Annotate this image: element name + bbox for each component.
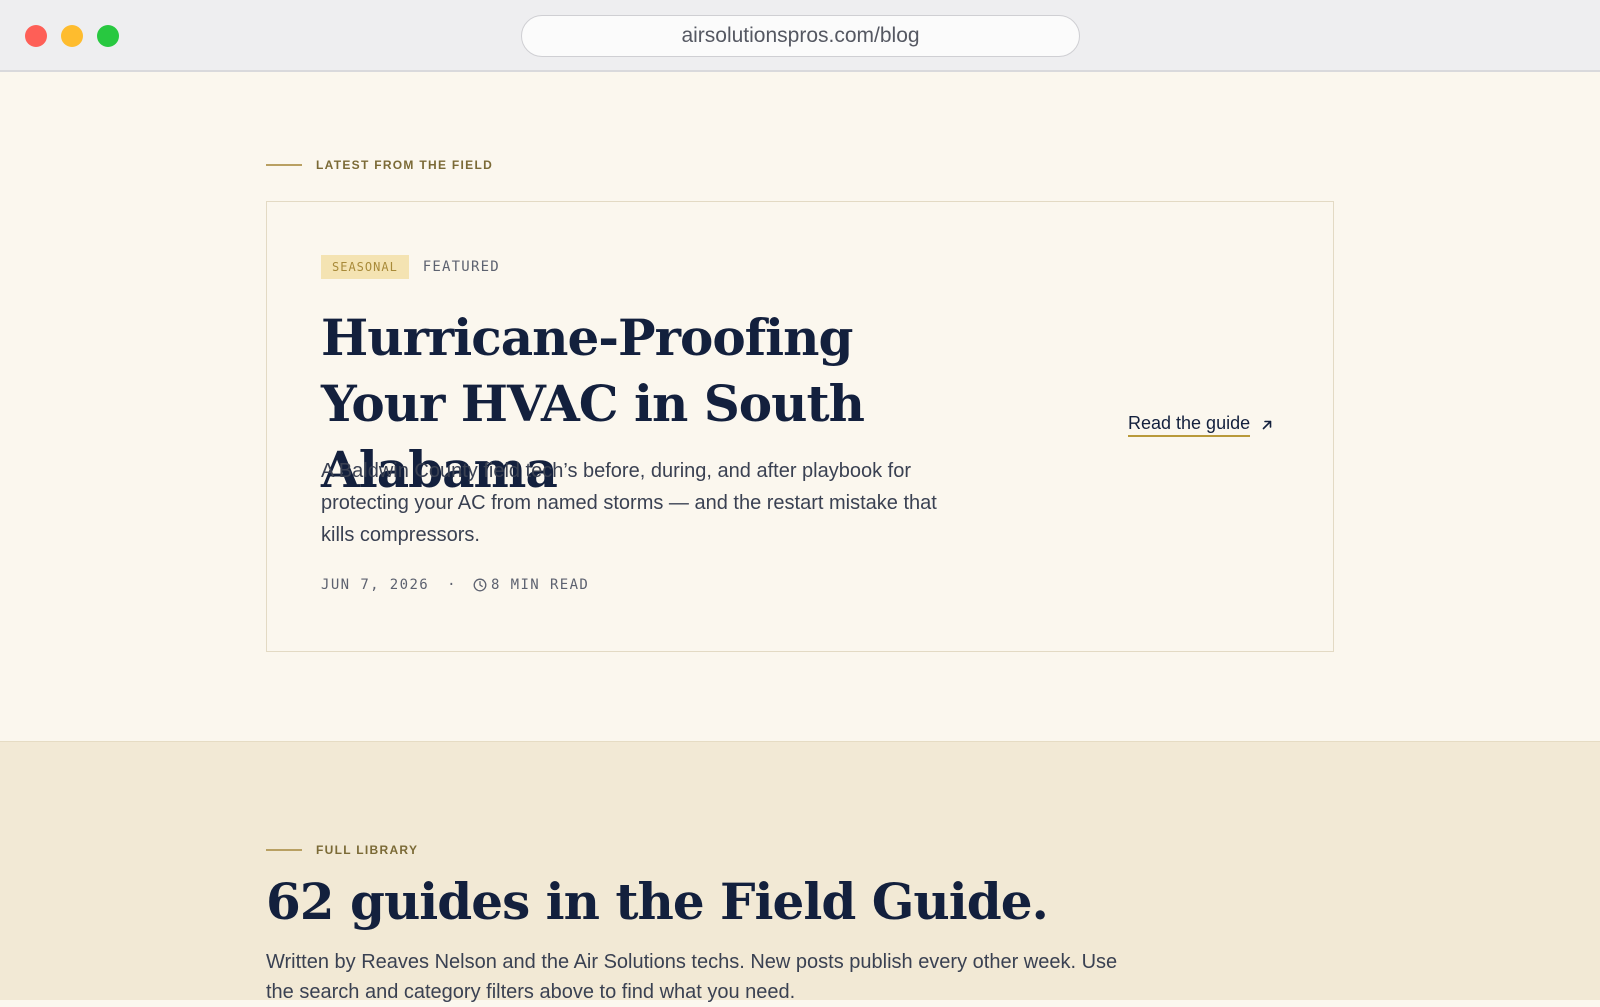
- eyebrow-rule: [266, 849, 302, 851]
- minimize-window-button[interactable]: [61, 25, 83, 47]
- meta-separator: ·: [447, 577, 457, 593]
- featured-section: LATEST FROM THE FIELD SEASONAL FEATURED …: [0, 72, 1600, 741]
- eyebrow-rule: [266, 164, 302, 166]
- post-date: JUN 7, 2026: [321, 577, 430, 593]
- category-tag[interactable]: SEASONAL: [321, 255, 409, 279]
- read-guide-link[interactable]: Read the guide: [1128, 413, 1274, 437]
- address-bar[interactable]: airsolutionspros.com/blog: [521, 15, 1080, 57]
- library-description: Written by Reaves Nelson and the Air Sol…: [266, 951, 1118, 1003]
- featured-eyebrow: LATEST FROM THE FIELD: [266, 158, 493, 172]
- post-tags: SEASONAL FEATURED: [321, 255, 500, 279]
- library-eyebrow: FULL LIBRARY: [266, 843, 418, 857]
- featured-post-card[interactable]: SEASONAL FEATURED Hurricane-Proofing You…: [266, 201, 1334, 652]
- browser-chrome: airsolutionspros.com/blog: [0, 0, 1600, 72]
- address-bar-url: airsolutionspros.com/blog: [681, 24, 920, 47]
- close-window-button[interactable]: [25, 25, 47, 47]
- library-title: 62 guides in the Field Guide.: [266, 872, 1049, 931]
- library-eyebrow-label: FULL LIBRARY: [316, 843, 419, 857]
- post-meta: JUN 7, 2026 · 8 MIN READ: [321, 577, 589, 593]
- post-description: A Baldwin County field tech’s before, du…: [321, 460, 937, 546]
- maximize-window-button[interactable]: [97, 25, 119, 47]
- read-guide-label: Read the guide: [1128, 413, 1251, 437]
- read-time: 8 MIN READ: [490, 577, 590, 593]
- library-section: FULL LIBRARY 62 guides in the Field Guid…: [0, 741, 1600, 1003]
- featured-eyebrow-label: LATEST FROM THE FIELD: [316, 158, 494, 172]
- featured-badge: FEATURED: [422, 259, 500, 275]
- arrow-up-right-icon: [1262, 420, 1272, 430]
- clock-icon: [473, 578, 487, 592]
